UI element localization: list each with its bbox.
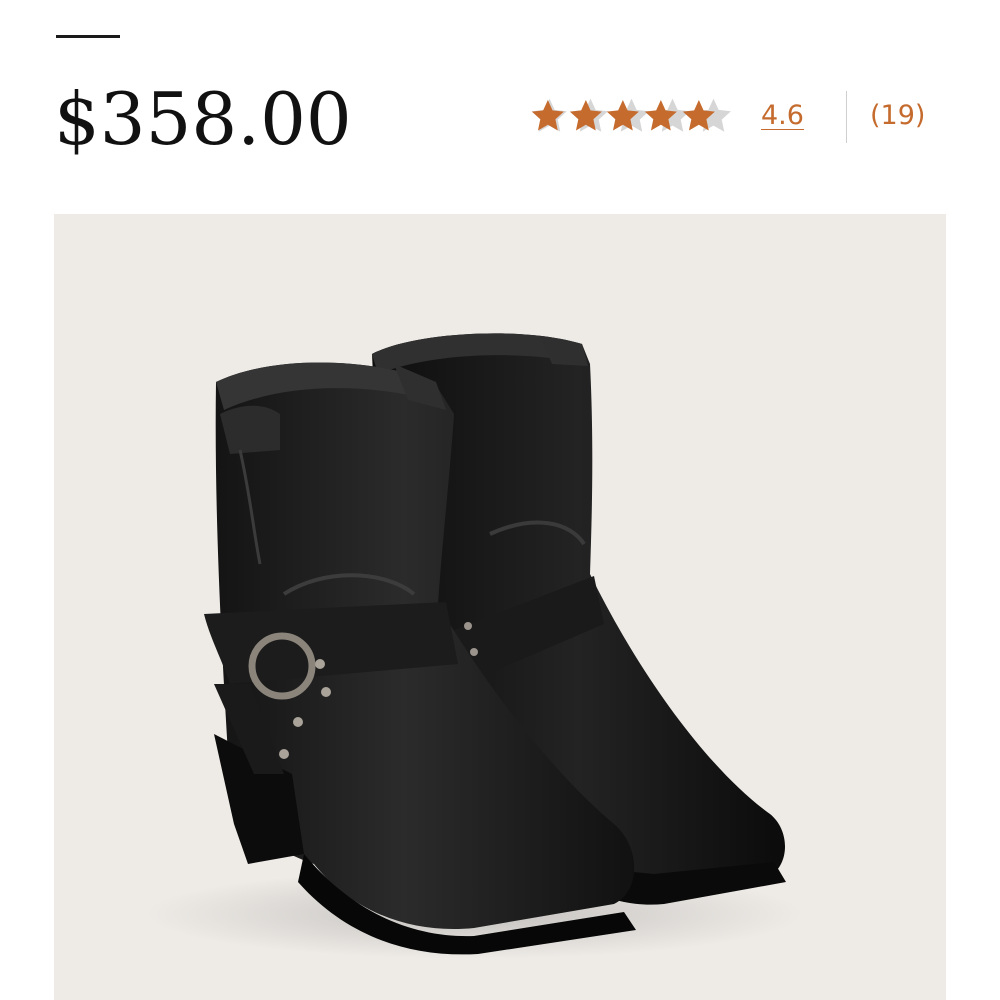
star-rating[interactable] <box>529 94 734 138</box>
rating-divider <box>846 91 847 143</box>
star-rating-fill <box>529 94 718 138</box>
rating-value-link[interactable]: 4.6 <box>761 99 804 133</box>
star-icon <box>531 99 564 131</box>
product-image[interactable] <box>54 214 946 1000</box>
star-icon <box>569 99 602 131</box>
review-count-link[interactable]: (19) <box>870 99 925 133</box>
star-icon <box>682 99 715 131</box>
product-price: $358.00 <box>54 77 352 161</box>
star-icon <box>644 99 678 131</box>
product-rating: 4.6 (19) <box>529 88 949 144</box>
star-icon <box>607 99 640 131</box>
boots-illustration <box>144 333 804 959</box>
header-rule <box>56 35 120 38</box>
